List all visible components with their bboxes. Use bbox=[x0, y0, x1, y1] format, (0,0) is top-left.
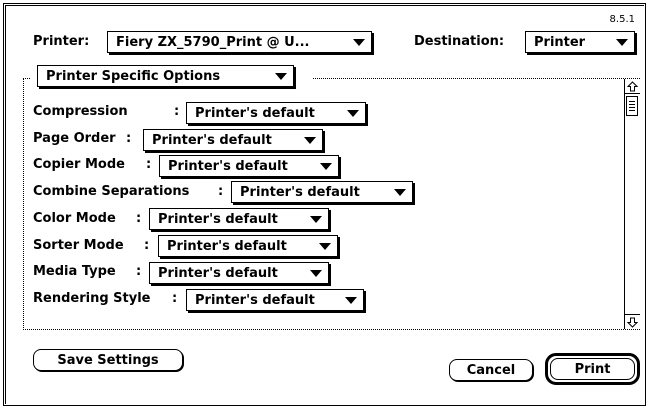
combine-separations-popup[interactable]: Printer's default bbox=[231, 181, 413, 203]
option-separator: : bbox=[218, 184, 224, 199]
save-settings-button[interactable]: Save Settings bbox=[33, 349, 183, 371]
arrow-up-icon[interactable] bbox=[625, 79, 640, 94]
media-type-popup[interactable]: Printer's default bbox=[149, 262, 329, 284]
copier-mode-popup[interactable]: Printer's default bbox=[159, 155, 339, 177]
option-separator: : bbox=[136, 264, 142, 279]
option-separator: : bbox=[172, 291, 178, 306]
triangle-down-icon bbox=[345, 296, 357, 304]
cancel-button[interactable]: Cancel bbox=[449, 359, 533, 381]
destination-popup[interactable]: Printer bbox=[525, 31, 635, 53]
option-value: Printer's default bbox=[168, 158, 288, 174]
option-value: Printer's default bbox=[158, 265, 278, 281]
option-separator: : bbox=[146, 157, 152, 172]
triangle-down-icon bbox=[394, 188, 406, 196]
triangle-down-icon bbox=[353, 38, 365, 46]
option-value: Printer's default bbox=[240, 184, 360, 200]
options-scrollbar[interactable] bbox=[624, 79, 640, 329]
print-button-default-ring: Print bbox=[545, 353, 640, 385]
scroll-track[interactable] bbox=[625, 94, 640, 314]
rendering-style-popup[interactable]: Printer's default bbox=[186, 289, 364, 311]
triangle-down-icon bbox=[320, 162, 332, 170]
option-label: Copier Mode bbox=[33, 157, 125, 172]
options-menu-value: Printer Specific Options bbox=[46, 68, 221, 84]
option-separator: : bbox=[126, 131, 132, 146]
scroll-thumb[interactable] bbox=[626, 96, 638, 116]
version-label: 8.5.1 bbox=[609, 14, 635, 25]
triangle-down-icon bbox=[616, 38, 628, 46]
page-order-popup[interactable]: Printer's default bbox=[143, 129, 323, 151]
option-label: Combine Separations bbox=[33, 184, 190, 199]
compression-popup[interactable]: Printer's default bbox=[186, 102, 366, 124]
triangle-down-icon bbox=[319, 242, 331, 250]
option-label: Page Order bbox=[33, 131, 116, 146]
option-separator: : bbox=[136, 211, 142, 226]
thumb-grip bbox=[629, 110, 635, 111]
triangle-down-icon bbox=[347, 109, 359, 117]
thumb-grip bbox=[629, 104, 635, 105]
triangle-down-icon bbox=[310, 215, 322, 223]
option-value: Printer's default bbox=[167, 238, 287, 254]
option-value: Printer's default bbox=[152, 132, 272, 148]
triangle-down-icon bbox=[304, 136, 316, 144]
option-value: Printer's default bbox=[195, 292, 315, 308]
print-button[interactable]: Print bbox=[550, 358, 635, 380]
printer-popup[interactable]: Fiery ZX_5790_Print @ U... bbox=[107, 31, 372, 53]
printer-popup-value: Fiery ZX_5790_Print @ U... bbox=[116, 34, 310, 50]
arrow-up-icon-glyph bbox=[627, 80, 638, 91]
destination-popup-value: Printer bbox=[534, 34, 586, 50]
printer-label: Printer: bbox=[33, 34, 90, 49]
sorter-mode-popup[interactable]: Printer's default bbox=[158, 235, 338, 257]
option-value: Printer's default bbox=[158, 211, 278, 227]
triangle-down-icon bbox=[310, 269, 322, 277]
option-label: Color Mode bbox=[33, 211, 116, 226]
option-value: Printer's default bbox=[195, 105, 315, 121]
triangle-down-icon bbox=[275, 72, 287, 80]
destination-label: Destination: bbox=[414, 34, 505, 49]
option-separator: : bbox=[144, 238, 150, 253]
arrow-down-icon-glyph bbox=[627, 317, 638, 328]
option-separator: : bbox=[174, 104, 180, 119]
options-menu-popup[interactable]: Printer Specific Options bbox=[37, 65, 294, 87]
thumb-grip bbox=[629, 101, 635, 102]
option-label: Compression bbox=[33, 104, 128, 119]
thumb-grip bbox=[629, 107, 635, 108]
option-label: Rendering Style bbox=[33, 291, 151, 306]
arrow-down-icon[interactable] bbox=[625, 314, 640, 329]
color-mode-popup[interactable]: Printer's default bbox=[149, 208, 329, 230]
print-dialog: 8.5.1 Printer: Fiery ZX_5790_Print @ U..… bbox=[0, 0, 647, 407]
option-label: Media Type bbox=[33, 264, 116, 279]
option-label: Sorter Mode bbox=[33, 238, 124, 253]
